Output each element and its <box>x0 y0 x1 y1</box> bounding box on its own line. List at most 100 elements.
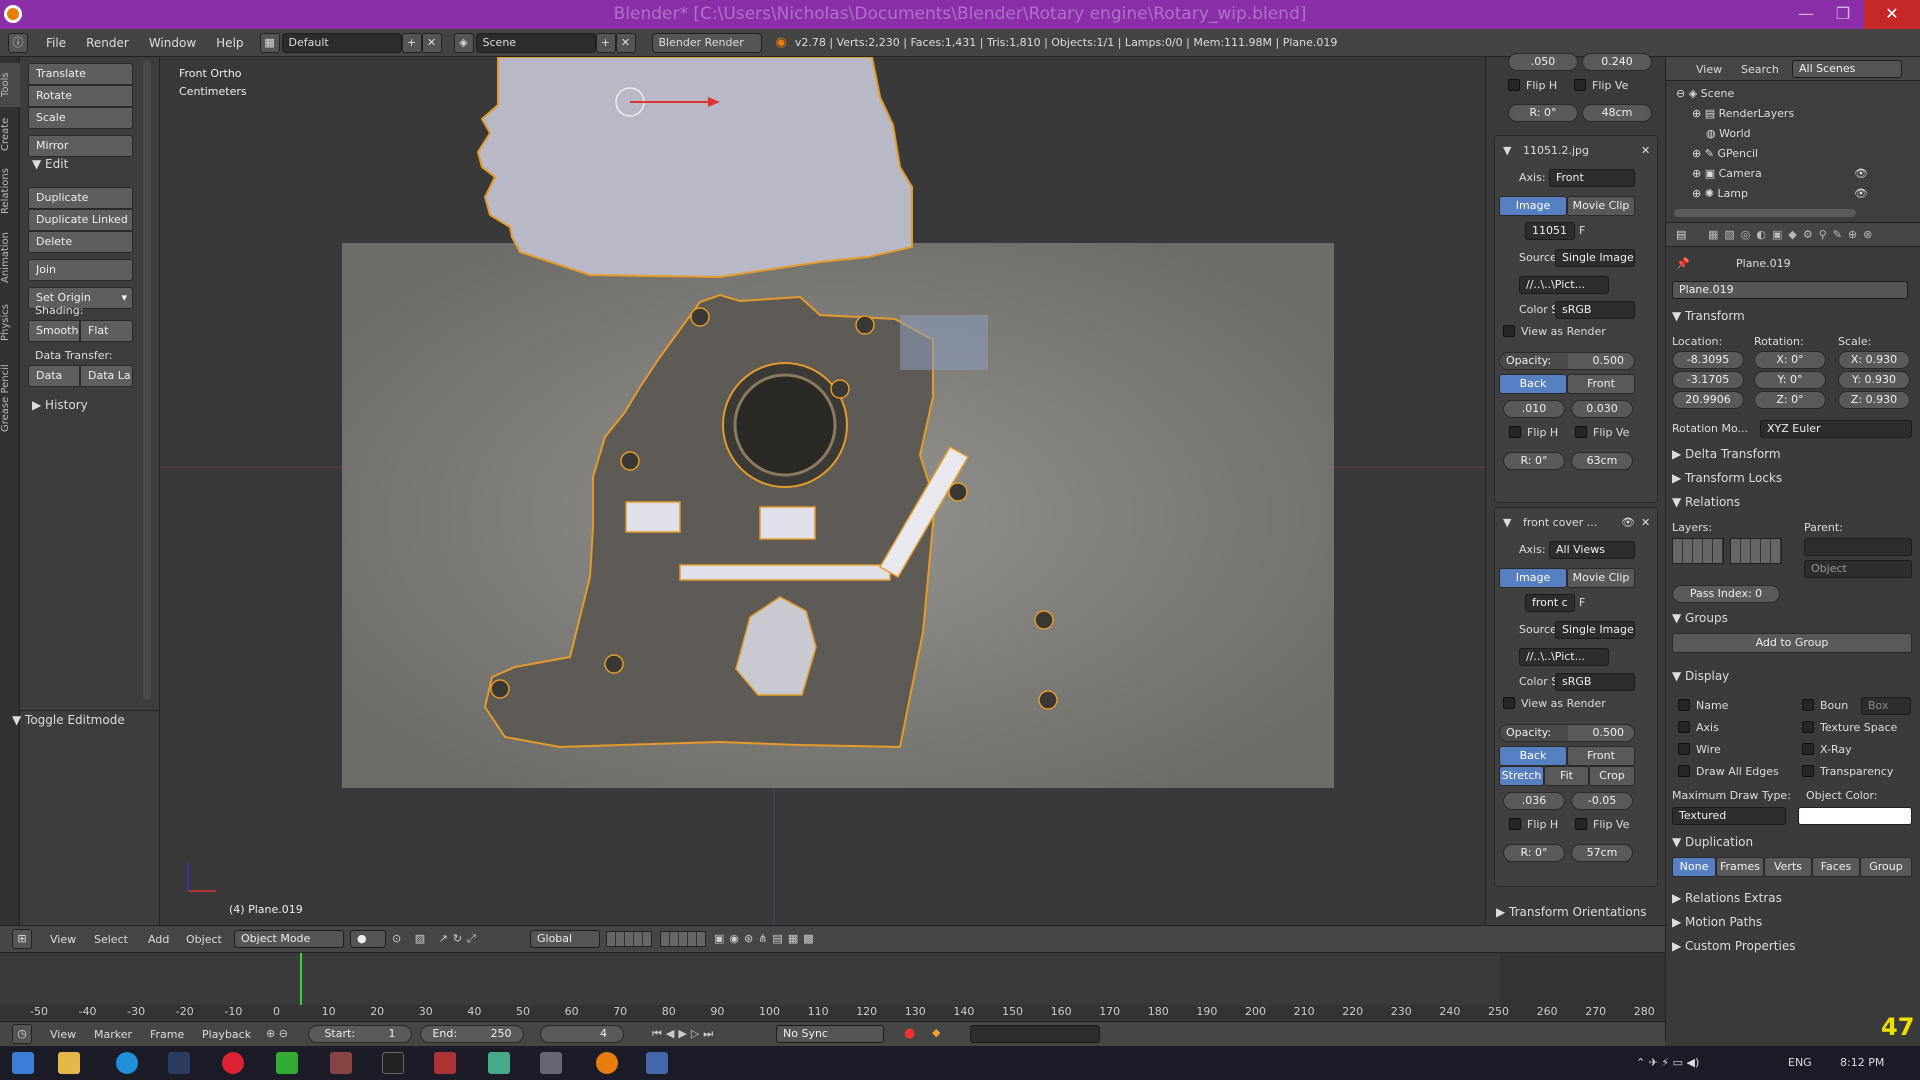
bg2-stretch-button[interactable]: Stretch <box>1499 766 1544 786</box>
remove-scene-icon[interactable]: ✕ <box>615 32 636 53</box>
outliner-scrollbar[interactable] <box>1674 209 1856 217</box>
bg2-offset-x-field[interactable]: .036 <box>1503 792 1565 810</box>
bg2-color-space-select[interactable]: sRGB <box>1555 673 1635 691</box>
bg1-rotation-field[interactable]: R: 0° <box>1503 452 1565 470</box>
delta-transform-header[interactable]: ▶ Delta Transform <box>1672 447 1781 461</box>
bg2-source-select[interactable]: Single Image <box>1555 621 1635 639</box>
app-icon-6[interactable] <box>330 1052 352 1074</box>
outliner-lamp-item[interactable]: ⊕ ✺ Lamp <box>1692 187 1748 200</box>
selected-mesh-top[interactable] <box>476 57 913 279</box>
duplicate-linked-button[interactable]: Duplicate Linked <box>28 209 133 231</box>
start-icon[interactable] <box>12 1052 34 1074</box>
translate-button[interactable]: Translate <box>28 63 133 85</box>
tray-icons[interactable]: ⌃ ✈ ⚡ ▭ ◀) <box>1636 1056 1699 1069</box>
keying-set-field[interactable] <box>970 1025 1100 1043</box>
tl-menu-marker[interactable]: Marker <box>94 1028 132 1041</box>
edit-panel-header[interactable]: ▼ Edit <box>32 157 68 171</box>
rotation-x-field[interactable]: X: 0° <box>1754 351 1826 369</box>
bg1-color-space-select[interactable]: sRGB <box>1555 301 1635 319</box>
layout-icon[interactable]: ▦ <box>259 32 280 53</box>
language-indicator[interactable]: ENG <box>1788 1056 1812 1069</box>
tl-menu-view[interactable]: View <box>50 1028 76 1041</box>
custom-properties-header[interactable]: ▶ Custom Properties <box>1672 939 1795 953</box>
3d-menu-add[interactable]: Add <box>148 933 169 946</box>
join-button[interactable]: Join <box>28 259 133 281</box>
3d-editor-type-icon[interactable]: ⊞ <box>12 929 32 949</box>
data-button[interactable]: Data <box>28 365 80 387</box>
layout-select[interactable]: Default <box>281 32 402 53</box>
tl-menu-frame[interactable]: Frame <box>150 1028 184 1041</box>
data-layout-button[interactable]: Data La <box>80 365 133 387</box>
display-draw-all-edges-checkbox[interactable] <box>1678 765 1690 777</box>
orientation-select[interactable]: Global <box>530 930 600 948</box>
file-explorer-icon[interactable] <box>58 1052 80 1074</box>
smooth-button[interactable]: Smooth <box>28 320 80 342</box>
properties-context-icons[interactable]: ▦▧◎◐▣◆⚙⚲✎⊕⊗ <box>1708 228 1878 241</box>
tab-create[interactable]: Create <box>0 109 20 159</box>
top-rotation-field[interactable]: R: 0° <box>1508 104 1578 122</box>
bg1-path-field[interactable]: //..\..\Pict... <box>1519 276 1609 294</box>
keyframe-icon[interactable]: ◆ <box>932 1026 940 1039</box>
bg1-front-button[interactable]: Front <box>1567 374 1635 394</box>
3d-menu-object[interactable]: Object <box>186 933 222 946</box>
bg1-view-as-render-checkbox[interactable] <box>1503 325 1515 337</box>
3d-viewport[interactable]: Front Ortho Centimeters (4) Plane.019 <box>160 57 1485 925</box>
rotation-z-field[interactable]: Z: 0° <box>1754 391 1826 409</box>
preview-range-icon[interactable]: ⊕ ⊖ <box>266 1027 288 1040</box>
app-icon-9[interactable] <box>488 1052 510 1074</box>
skype-icon[interactable] <box>116 1052 138 1074</box>
chrome-icon[interactable] <box>222 1052 244 1074</box>
dup-faces-button[interactable]: Faces <box>1812 857 1860 877</box>
outliner-search-menu[interactable]: Search <box>1741 63 1779 76</box>
add-to-group-button[interactable]: Add to Group <box>1672 633 1912 653</box>
bg1-movie-clip-button[interactable]: Movie Clip <box>1567 196 1635 216</box>
record-icon[interactable]: ● <box>904 1026 915 1041</box>
display-wire-checkbox[interactable] <box>1678 743 1690 755</box>
mode-select[interactable]: Object Mode <box>234 930 344 948</box>
transform-panel-header[interactable]: ▼ Transform <box>1672 309 1745 323</box>
tl-menu-playback[interactable]: Playback <box>202 1028 251 1041</box>
bg1-offset-y-field[interactable]: 0.030 <box>1571 400 1633 418</box>
relations-panel-header[interactable]: ▼ Relations <box>1672 495 1740 509</box>
dup-none-button[interactable]: None <box>1672 857 1716 877</box>
bg2-front-button[interactable]: Front <box>1567 746 1635 766</box>
object-name-field[interactable]: Plane.019 <box>1672 281 1908 299</box>
steam-icon[interactable] <box>168 1052 190 1074</box>
current-frame-field[interactable]: 4 <box>540 1025 624 1043</box>
scene-select[interactable]: Scene <box>475 32 596 53</box>
bg1-size-field[interactable]: 63cm <box>1571 452 1633 470</box>
menu-file[interactable]: File <box>36 36 76 50</box>
layer-buttons-a[interactable] <box>606 931 652 947</box>
3d-menu-view[interactable]: View <box>50 933 76 946</box>
bg1-fake-user-label[interactable]: F <box>1579 224 1585 237</box>
top-y-field[interactable]: 0.240 <box>1582 53 1652 71</box>
bg2-image-field[interactable]: front c <box>1525 594 1575 612</box>
properties-editor-icon[interactable]: ▤ <box>1676 228 1686 241</box>
top-flip-h-checkbox[interactable] <box>1508 79 1520 91</box>
current-frame-marker[interactable] <box>300 953 302 1005</box>
toolshelf-scrollbar[interactable] <box>143 60 151 700</box>
scale-y-field[interactable]: Y: 0.930 <box>1838 371 1910 389</box>
dup-group-button[interactable]: Group <box>1860 857 1912 877</box>
shading-select[interactable]: ● <box>350 930 386 948</box>
motion-paths-header[interactable]: ▶ Motion Paths <box>1672 915 1762 929</box>
groups-panel-header[interactable]: ▼ Groups <box>1672 611 1728 625</box>
object-color-swatch[interactable] <box>1798 807 1912 825</box>
location-z-field[interactable]: 20.9906 <box>1672 391 1744 409</box>
bg1-offset-x-field[interactable]: .010 <box>1503 400 1565 418</box>
layers-grid-a[interactable] <box>1672 538 1724 564</box>
scale-x-field[interactable]: X: 0.930 <box>1838 351 1910 369</box>
remove-layout-icon[interactable]: ✕ <box>421 32 442 53</box>
menu-window[interactable]: Window <box>139 36 206 50</box>
display-transparency-checkbox[interactable] <box>1802 765 1814 777</box>
tab-physics[interactable]: Physics <box>0 295 20 351</box>
viewport-tool-icons[interactable]: ▣◉⊛⋔▤▦▩ <box>714 932 819 945</box>
bg2-view-as-render-checkbox[interactable] <box>1503 697 1515 709</box>
scene-icon[interactable]: ◈ <box>453 32 474 53</box>
bg1-axis-select[interactable]: Front <box>1549 169 1635 187</box>
pin-icon[interactable]: 📌 <box>1676 257 1690 270</box>
outliner-view-menu[interactable]: View <box>1696 63 1722 76</box>
close-button[interactable]: ✕ <box>1864 0 1920 29</box>
outliner-filter-select[interactable]: All Scenes <box>1792 60 1902 78</box>
bg2-expand-icon[interactable]: ▼ <box>1503 516 1511 529</box>
